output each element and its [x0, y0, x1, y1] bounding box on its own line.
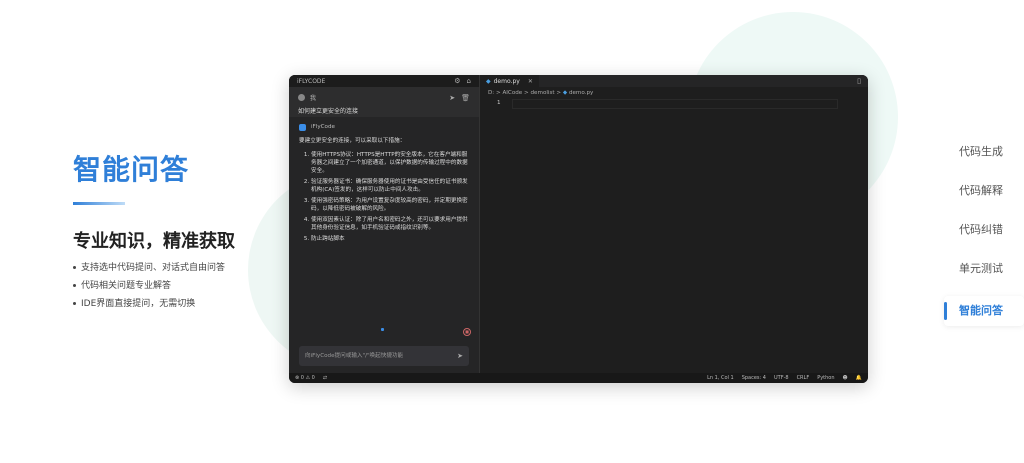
code-editor: ◆ demo.py ✕ ▯ D: > AICode > demolist > ◆… [479, 75, 868, 373]
user-avatar [298, 94, 305, 101]
user-message: 我 ➤ 🗑 如何建立更安全的连接 [289, 87, 479, 117]
answer-item: 使用HTTPS协议：HTTPS是HTTP的安全版本，它在客户端和服务器之间建立了… [311, 151, 469, 175]
tab-label: demo.py [493, 77, 520, 85]
feature-item: 代码相关问题专业解答 [73, 279, 225, 297]
user-name: 我 [310, 95, 317, 102]
stop-icon[interactable]: ■ [463, 328, 471, 336]
python-file-icon: ◆ [562, 90, 568, 96]
panel-title: iFLYCODE [297, 77, 326, 85]
error-icon: ⊗ [295, 375, 300, 381]
nav-item-code-explanation[interactable]: 代码解释 [944, 179, 1024, 218]
remote-icon[interactable]: ⇄ [323, 375, 327, 381]
feature-nav: 代码生成 代码解释 代码纠错 单元测试 智能问答 [944, 140, 1024, 326]
breadcrumb-item[interactable]: D: [488, 90, 494, 96]
bot-logo-icon [299, 123, 306, 131]
current-line-highlight [512, 99, 838, 109]
editor-tabs: ◆ demo.py ✕ ▯ [480, 75, 868, 87]
breadcrumb-item[interactable]: AICode [502, 90, 522, 96]
settings-icon[interactable]: ⚙ [454, 77, 460, 85]
nav-item-smart-qa[interactable]: 智能问答 [944, 296, 1024, 326]
answer-item: 使用强密码策略：为用户设置复杂度较高的密码，并定期更换密码，以降低密码被破解的风… [311, 197, 469, 213]
answer-item: 防止跨站脚本 [311, 235, 469, 243]
section-subtitle: 专业知识，精准获取 [73, 231, 235, 252]
breadcrumb-item[interactable]: demolist [531, 90, 555, 96]
feature-item: 支持选中代码提问、对话式自由问答 [73, 261, 225, 279]
chat-header: iFLYCODE ⚙ ⌂ [289, 75, 479, 87]
section-title: 智能问答 [73, 153, 190, 186]
tab-demo-py[interactable]: ◆ demo.py ✕ [480, 75, 539, 87]
notification-icon[interactable]: 🔔 [856, 375, 862, 381]
indentation[interactable]: Spaces: 4 [742, 375, 766, 381]
error-count[interactable]: 0 [301, 375, 304, 381]
nav-item-unit-test[interactable]: 单元测试 [944, 257, 1024, 296]
feature-list: 支持选中代码提问、对话式自由问答 代码相关问题专业解答 IDE界面直接提问，无需… [73, 261, 225, 315]
loading-indicator [381, 328, 384, 331]
bot-intro: 要建立更安全的连接，可以采取以下措施： [299, 138, 406, 144]
ide-window: iFLYCODE ⚙ ⌂ 我 ➤ 🗑 如何建立更安全的连接 iFlyCode 要… [289, 75, 868, 383]
line-ending[interactable]: CRLF [797, 375, 810, 381]
split-editor-icon[interactable]: ▯ [857, 77, 861, 85]
nav-item-code-generation[interactable]: 代码生成 [944, 140, 1024, 179]
history-icon[interactable]: ⌂ [467, 77, 471, 85]
editor-line[interactable]: 1 [480, 99, 868, 109]
encoding[interactable]: UTF-8 [774, 375, 789, 381]
answer-item: 使用双因素认证：除了用户名和密码之外，还可以要求用户提供其他身份验证信息，如手机… [311, 216, 469, 232]
warning-icon: ⚠ [305, 375, 311, 381]
title-underline [73, 202, 125, 205]
breadcrumb: D: > AICode > demolist > ◆ demo.py [488, 90, 594, 96]
nav-item-code-correction[interactable]: 代码纠错 [944, 218, 1024, 257]
bot-message: iFlyCode 要建立更安全的连接，可以采取以下措施： 使用HTTPS协议：H… [289, 117, 479, 252]
close-icon[interactable]: ✕ [528, 78, 533, 85]
warning-count[interactable]: 0 [312, 375, 315, 381]
cursor-position[interactable]: Ln 1, Col 1 [707, 375, 734, 381]
feedback-icon[interactable]: ☻ [843, 375, 848, 381]
answer-item: 验证服务器证书：确保服务器使用的证书是由受信任的证书颁发机构(CA)签发的，这样… [311, 178, 469, 194]
breadcrumb-item[interactable]: demo.py [569, 90, 593, 96]
bot-name: iFlyCode [311, 124, 335, 130]
line-number: 1 [497, 100, 501, 106]
bot-answer-list: 使用HTTPS协议：HTTPS是HTTP的安全版本，它在客户端和服务器之间建立了… [299, 151, 469, 243]
python-file-icon: ◆ [486, 77, 491, 85]
user-message-text: 如何建立更安全的连接 [298, 108, 359, 115]
resend-icon[interactable]: ➤ [449, 94, 455, 102]
delete-icon[interactable]: 🗑 [461, 94, 470, 102]
chat-input[interactable]: 向iFlyCode提问或输入"/"唤起快捷功能 ➤ [299, 346, 469, 366]
send-icon[interactable]: ➤ [457, 346, 463, 366]
chat-panel: iFLYCODE ⚙ ⌂ 我 ➤ 🗑 如何建立更安全的连接 iFlyCode 要… [289, 75, 479, 373]
language-mode[interactable]: Python [817, 375, 834, 381]
chat-input-placeholder: 向iFlyCode提问或输入"/"唤起快捷功能 [305, 353, 404, 359]
feature-item: IDE界面直接提问，无需切换 [73, 297, 225, 315]
status-bar: ⊗ 0 ⚠ 0 ⇄ Ln 1, Col 1 Spaces: 4 UTF-8 CR… [289, 373, 868, 383]
